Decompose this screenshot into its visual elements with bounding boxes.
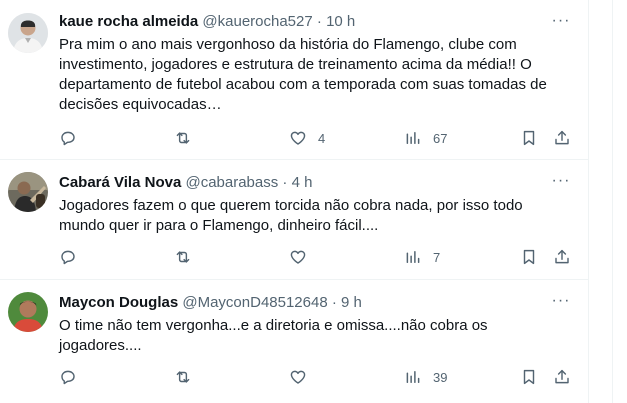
retweet-icon — [176, 132, 190, 144]
like-count: 4 — [318, 130, 326, 146]
reply-button[interactable] — [59, 367, 77, 387]
retweet-icon — [176, 371, 190, 383]
heart-icon — [290, 131, 306, 145]
share-button[interactable] — [553, 247, 571, 267]
share-button[interactable] — [553, 367, 571, 387]
tweet-header: Cabará Vila Nova @cabarabass · 4 h — [59, 173, 549, 193]
heart-icon — [290, 370, 306, 384]
tweet-text: Jogadores fazem o que querem torcida não… — [59, 197, 523, 234]
reply-icon — [61, 370, 75, 385]
view-count: 7 — [433, 249, 441, 265]
bookmark-button[interactable] — [520, 128, 538, 148]
tweet-actions: 4 67 — [0, 128, 589, 148]
user-avatar-icon — [8, 172, 48, 212]
more-options-icon[interactable]: ··· — [551, 173, 571, 194]
sidebar-edge — [612, 0, 627, 403]
user-avatar-icon — [8, 292, 48, 332]
tweet-actions: 39 — [0, 367, 589, 387]
share-icon — [555, 369, 569, 384]
tweet[interactable]: kaue rocha almeida @kauerocha527 · 10 h … — [0, 0, 589, 160]
author-handle[interactable]: @cabarabass — [185, 174, 278, 191]
avatar[interactable] — [8, 13, 48, 53]
tweet-text: O time não tem vergonha...e a diretoria … — [59, 317, 488, 354]
views-button[interactable]: 7 — [404, 247, 440, 267]
timestamp[interactable]: 4 h — [292, 174, 313, 191]
retweet-button[interactable] — [174, 247, 192, 267]
like-button[interactable] — [289, 367, 318, 387]
tweet-text: Pra mim o ano mais vergonhoso da históri… — [59, 36, 547, 113]
reply-feed: kaue rocha almeida @kauerocha527 · 10 h … — [0, 0, 589, 403]
view-count: 67 — [433, 130, 448, 146]
bookmark-icon — [523, 369, 535, 385]
reply-icon — [61, 250, 75, 265]
bookmark-icon — [523, 249, 535, 265]
retweet-button[interactable] — [174, 128, 192, 148]
author-handle[interactable]: @kauerocha527 — [202, 13, 312, 30]
views-chart-icon — [406, 251, 420, 263]
author-handle[interactable]: @MayconD48512648 — [182, 294, 327, 311]
views-chart-icon — [406, 132, 420, 144]
tweet-header: Maycon Douglas @MayconD48512648 · 9 h — [59, 293, 549, 313]
bookmark-icon — [523, 130, 535, 146]
retweet-icon — [176, 251, 190, 263]
separator-dot: · — [316, 13, 322, 30]
bookmark-button[interactable] — [520, 367, 538, 387]
share-button[interactable] — [553, 128, 571, 148]
views-chart-icon — [406, 371, 420, 383]
author-name[interactable]: Cabará Vila Nova — [59, 174, 181, 191]
separator-dot: · — [282, 174, 288, 191]
view-count: 39 — [433, 369, 448, 385]
bookmark-button[interactable] — [520, 247, 538, 267]
author-name[interactable]: Maycon Douglas — [59, 294, 178, 311]
more-options-icon[interactable]: ··· — [551, 13, 571, 34]
reply-button[interactable] — [59, 128, 77, 148]
user-avatar-icon — [8, 13, 48, 53]
avatar[interactable] — [8, 172, 48, 212]
timestamp[interactable]: 10 h — [326, 13, 355, 30]
heart-icon — [290, 250, 306, 264]
retweet-button[interactable] — [174, 367, 192, 387]
share-icon — [555, 249, 569, 264]
share-icon — [555, 130, 569, 145]
reply-button[interactable] — [59, 247, 77, 267]
views-button[interactable]: 67 — [404, 128, 447, 148]
like-button[interactable] — [289, 247, 318, 267]
tweet-actions: 7 — [0, 247, 589, 267]
avatar[interactable] — [8, 292, 48, 332]
reply-icon — [61, 131, 75, 146]
tweet-header: kaue rocha almeida @kauerocha527 · 10 h — [59, 12, 549, 32]
tweet[interactable]: Cabará Vila Nova @cabarabass · 4 h ··· J… — [0, 160, 589, 280]
author-name[interactable]: kaue rocha almeida — [59, 13, 198, 30]
timestamp[interactable]: 9 h — [341, 294, 362, 311]
like-button[interactable]: 4 — [289, 128, 325, 148]
views-button[interactable]: 39 — [404, 367, 447, 387]
tweet[interactable]: Maycon Douglas @MayconD48512648 · 9 h ··… — [0, 280, 589, 403]
more-options-icon[interactable]: ··· — [551, 293, 571, 314]
separator-dot: · — [331, 294, 337, 311]
